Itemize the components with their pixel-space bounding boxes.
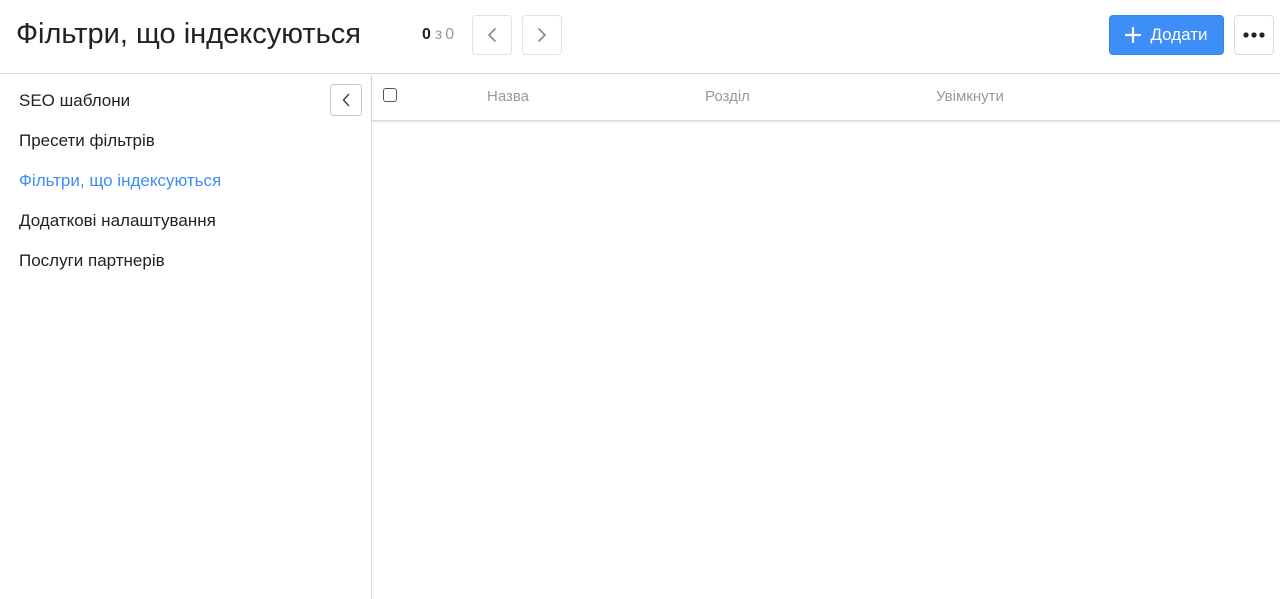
page-header: Фільтри, що індексуються 0з0 Додати [0, 0, 1280, 74]
plus-icon [1125, 27, 1142, 43]
add-button-label: Додати [1150, 25, 1208, 44]
select-all-checkbox[interactable] [383, 88, 397, 102]
column-header-enabled[interactable]: Увімкнути [936, 88, 1004, 106]
counter-current: 0 [422, 26, 431, 43]
more-actions-button[interactable] [1234, 15, 1274, 55]
previous-record-button[interactable] [472, 15, 512, 55]
sidebar-item-seo-templates[interactable]: SEO шаблони [19, 90, 130, 112]
column-header-section[interactable]: Розділ [705, 88, 750, 106]
chevron-right-icon [538, 28, 546, 42]
record-counter: 0з0 [422, 25, 454, 45]
counter-total: 0 [445, 26, 455, 43]
main-content: Назва Розділ Увімкнути [372, 75, 1280, 599]
counter-separator: з [434, 26, 443, 43]
column-header-name[interactable]: Назва [487, 88, 529, 106]
page-title: Фільтри, що індексуються [16, 18, 361, 50]
sidebar-item-partner-services[interactable]: Послуги партнерів [19, 250, 165, 272]
chevron-left-icon [342, 93, 350, 107]
sidebar-item-filter-presets[interactable]: Пресети фільтрів [19, 130, 155, 152]
sidebar-item-indexed-filters[interactable]: Фільтри, що індексуються [19, 170, 221, 192]
chevron-left-icon [488, 28, 496, 42]
add-button[interactable]: Додати [1109, 15, 1224, 55]
collapse-sidebar-button[interactable] [330, 84, 362, 116]
sidebar: SEO шаблони Пресети фільтрів Фільтри, що… [0, 75, 372, 599]
next-record-button[interactable] [522, 15, 562, 55]
table-header: Назва Розділ Увімкнути [372, 75, 1280, 121]
more-horizontal-icon [1243, 32, 1265, 38]
sidebar-item-additional-settings[interactable]: Додаткові налаштування [19, 210, 216, 232]
